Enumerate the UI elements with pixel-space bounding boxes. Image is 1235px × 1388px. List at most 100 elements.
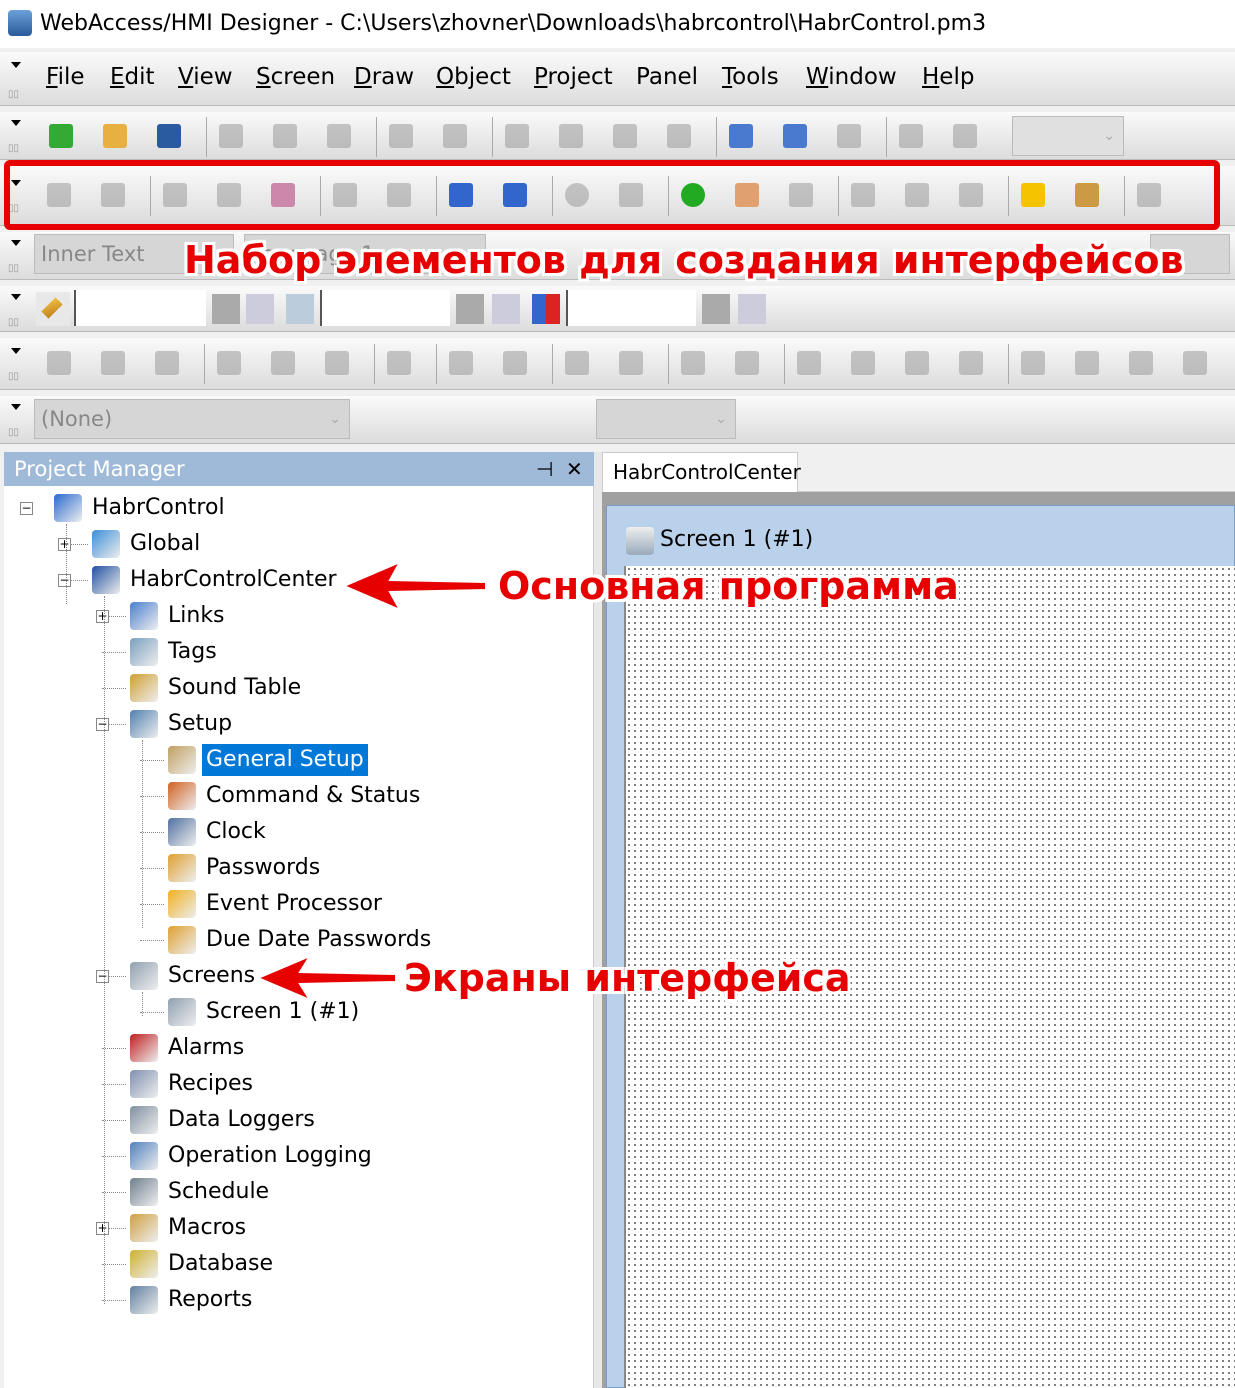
align-center-button[interactable] [94,344,132,382]
toolbar-grip[interactable] [8,116,24,156]
toolbar-grip[interactable] [8,236,24,276]
center-button[interactable] [558,344,596,382]
zoom-in-button[interactable] [722,117,760,155]
expand-icon[interactable]: + [96,610,109,623]
close-icon[interactable]: ✕ [566,455,583,483]
tab-habrcontrolcenter[interactable]: HabrControlCenter [602,452,801,492]
menu-file[interactable]: File [46,64,85,90]
property-field[interactable] [566,290,696,326]
tree-item[interactable]: Setup [168,708,232,740]
save-button[interactable] [150,117,188,155]
on-button[interactable] [946,117,984,155]
pencil-icon[interactable] [36,292,70,326]
lock-icon[interactable] [246,294,274,324]
new-button[interactable] [42,117,80,155]
resize-4-button[interactable] [952,344,990,382]
font-combo[interactable]: ⌄ [596,399,736,439]
collapse-icon[interactable]: − [20,502,33,515]
space-v-button[interactable] [496,344,534,382]
tree-item[interactable]: Alarms [168,1032,244,1064]
cut-button[interactable] [212,117,250,155]
book-icon[interactable] [286,294,314,324]
menu-view[interactable]: View [178,64,233,90]
expand-icon[interactable]: + [58,538,71,551]
menu-tools[interactable]: Tools [722,64,779,90]
same-width-button[interactable] [612,344,650,382]
align-bottom-button[interactable] [318,344,356,382]
menu-help[interactable]: Help [922,64,974,90]
tree-item[interactable]: Clock [206,816,266,848]
tree-item[interactable]: Schedule [168,1176,269,1208]
send-back-button[interactable] [1068,344,1106,382]
align-right-button[interactable] [148,344,186,382]
toolbar-grip[interactable] [8,290,24,330]
menu-edit[interactable]: Edit [110,64,155,90]
tree-item[interactable]: Tags [168,636,217,668]
tree-item[interactable]: HabrControlCenter [130,564,337,596]
forward-button[interactable] [1122,344,1160,382]
tree-item[interactable]: Database [168,1248,273,1280]
expand-icon[interactable]: + [96,1222,109,1235]
tree-item[interactable]: Reports [168,1284,252,1316]
collapse-icon[interactable]: − [96,970,109,983]
tree-item[interactable]: Links [168,600,225,632]
style-combo[interactable]: (None) ⌄ [34,399,350,439]
open-button[interactable] [96,117,134,155]
bring-front-button[interactable] [1014,344,1052,382]
property-field[interactable] [74,290,206,326]
tag-browse-icon[interactable] [702,294,730,324]
tree-item[interactable]: Passwords [206,852,320,884]
redo-button[interactable] [436,117,474,155]
screen-props-button[interactable] [552,117,590,155]
menu-panel[interactable]: Panel [636,64,698,90]
align-middle-button[interactable] [264,344,302,382]
zoom-out-button[interactable] [776,117,814,155]
tree-item[interactable]: HabrControl [92,492,225,524]
paste-button[interactable] [320,117,358,155]
zoom-combo[interactable]: ⌄ [1012,116,1124,156]
menu-object[interactable]: Object [436,64,511,90]
menu-window[interactable]: Window [806,64,897,90]
resize-3-button[interactable] [898,344,936,382]
tree-item[interactable]: Global [130,528,200,560]
lock-icon[interactable] [738,294,766,324]
glasses-icon[interactable] [532,294,560,324]
toolbar-grip[interactable] [8,58,24,102]
off-button[interactable] [892,117,930,155]
property-field[interactable] [320,290,450,326]
align-top-button[interactable] [210,344,248,382]
tag-browse-icon[interactable] [456,294,484,324]
space-h-button[interactable] [442,344,480,382]
tree-item[interactable]: Command & Status [206,780,420,812]
resize-2-button[interactable] [844,344,882,382]
screen-button[interactable] [660,117,698,155]
tree-item[interactable]: Operation Logging [168,1140,372,1172]
tree-item[interactable]: Data Loggers [168,1104,315,1136]
menu-project[interactable]: Project [534,64,613,90]
collapse-icon[interactable]: − [96,718,109,731]
tree-item[interactable]: Macros [168,1212,246,1244]
same-size-button[interactable] [728,344,766,382]
lock-icon[interactable] [492,294,520,324]
toolbar-grip[interactable] [8,400,24,440]
collapse-icon[interactable]: − [58,574,71,587]
screen-new-button[interactable] [498,117,536,155]
screen-button[interactable] [606,117,644,155]
menu-draw[interactable]: Draw [354,64,414,90]
resize-1-button[interactable] [790,344,828,382]
menu-screen[interactable]: Screen [256,64,335,90]
copy-button[interactable] [266,117,304,155]
move-button[interactable] [380,344,418,382]
pin-icon[interactable]: ⊣ [536,455,553,483]
tag-browse-icon[interactable] [212,294,240,324]
backward-button[interactable] [1176,344,1214,382]
tree-item[interactable]: Event Processor [206,888,382,920]
zoom-button[interactable] [830,117,868,155]
tree-item[interactable]: General Setup [202,744,368,776]
same-height-button[interactable] [674,344,712,382]
align-left-button[interactable] [40,344,78,382]
undo-button[interactable] [382,117,420,155]
toolbar-grip[interactable] [8,344,24,384]
tree-item[interactable]: Sound Table [168,672,301,704]
tree-item[interactable]: Recipes [168,1068,253,1100]
